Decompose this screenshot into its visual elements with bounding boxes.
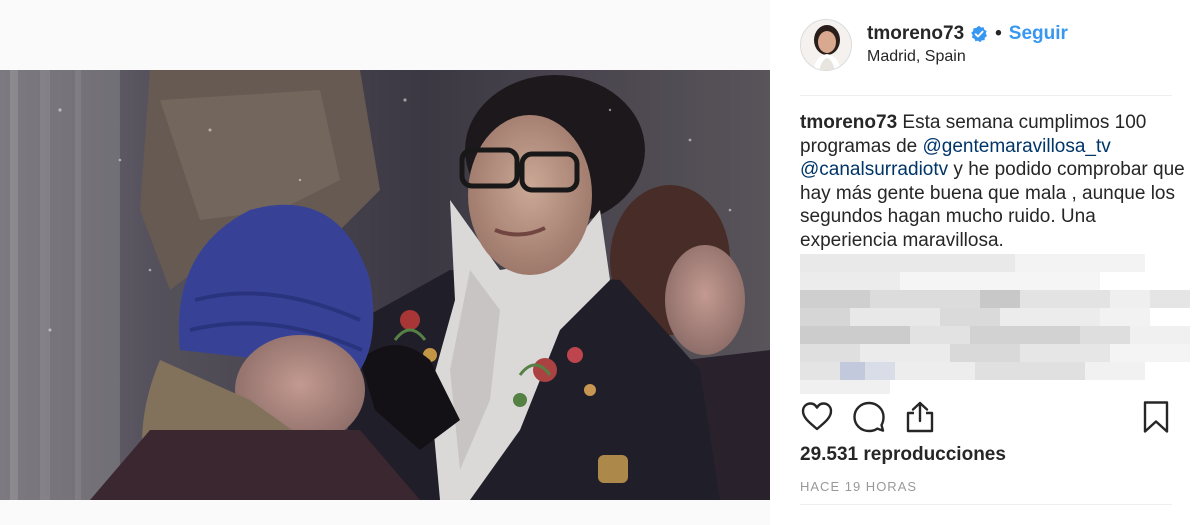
footer-divider — [800, 504, 1172, 505]
location-link[interactable]: Madrid, Spain — [867, 48, 966, 66]
comment-icon[interactable] — [852, 400, 886, 434]
avatar-image — [801, 20, 851, 70]
post-video[interactable] — [0, 70, 770, 500]
post-header: tmoreno73 • Seguir Madrid, Spain — [770, 0, 1200, 96]
post-caption: tmoreno73 Esta semana cumplimos 100 prog… — [800, 111, 1185, 253]
heart-icon[interactable] — [800, 400, 834, 434]
username[interactable]: tmoreno73 — [867, 23, 964, 45]
views-count[interactable]: 29.531 reproducciones — [800, 444, 1006, 466]
post-side-panel: tmoreno73 • Seguir Madrid, Spain tmoreno… — [770, 0, 1200, 525]
user-line: tmoreno73 • Seguir — [867, 22, 1068, 46]
media-area — [0, 0, 770, 525]
bookmark-icon[interactable] — [1142, 400, 1170, 434]
share-icon[interactable] — [903, 400, 937, 434]
header-divider — [800, 95, 1172, 96]
verified-badge-icon — [971, 25, 988, 43]
pixelated-area — [800, 254, 1190, 394]
follow-button[interactable]: Seguir — [1009, 23, 1068, 45]
caption-username[interactable]: tmoreno73 — [800, 112, 897, 133]
video-frame — [0, 70, 770, 500]
mention-canalsurradiotv[interactable]: @canalsurradiotv — [800, 159, 948, 180]
action-bar — [800, 400, 1169, 436]
separator-dot: • — [995, 23, 1002, 44]
mention-gentemaravillosa[interactable]: @gentemaravillosa_tv — [923, 136, 1111, 157]
post-timestamp[interactable]: HACE 19 HORAS — [800, 479, 917, 494]
avatar[interactable] — [800, 19, 852, 71]
pixelated-comments — [800, 254, 1190, 394]
